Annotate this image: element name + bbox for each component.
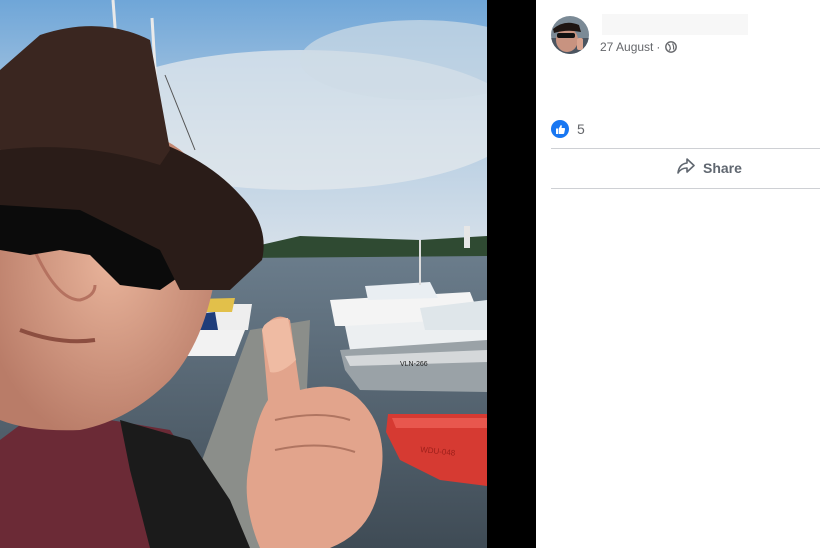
like-icon bbox=[551, 120, 569, 138]
reactions-summary[interactable]: 5 bbox=[551, 120, 585, 138]
share-label: Share bbox=[703, 159, 742, 176]
divider-top bbox=[551, 148, 820, 149]
avatar[interactable] bbox=[551, 16, 589, 54]
boat-registration-left: VLN-266 bbox=[400, 361, 428, 368]
post-sidebar: 27 August · 5 Share bbox=[536, 0, 820, 548]
share-arrow-icon bbox=[677, 158, 695, 177]
divider-bottom bbox=[551, 188, 820, 189]
post-meta: 27 August · bbox=[600, 40, 678, 54]
post-photo[interactable]: VLN-266 WDU-048 bbox=[0, 0, 487, 548]
meta-separator: · bbox=[656, 40, 661, 54]
share-button[interactable]: Share bbox=[677, 158, 742, 177]
photo-image: VLN-266 WDU-048 bbox=[0, 0, 487, 548]
globe-icon bbox=[665, 41, 678, 53]
reaction-count: 5 bbox=[577, 121, 585, 137]
post-date[interactable]: 27 August bbox=[600, 40, 653, 54]
author-name-redacted bbox=[602, 14, 748, 35]
photo-viewer: VLN-266 WDU-048 bbox=[0, 0, 536, 548]
